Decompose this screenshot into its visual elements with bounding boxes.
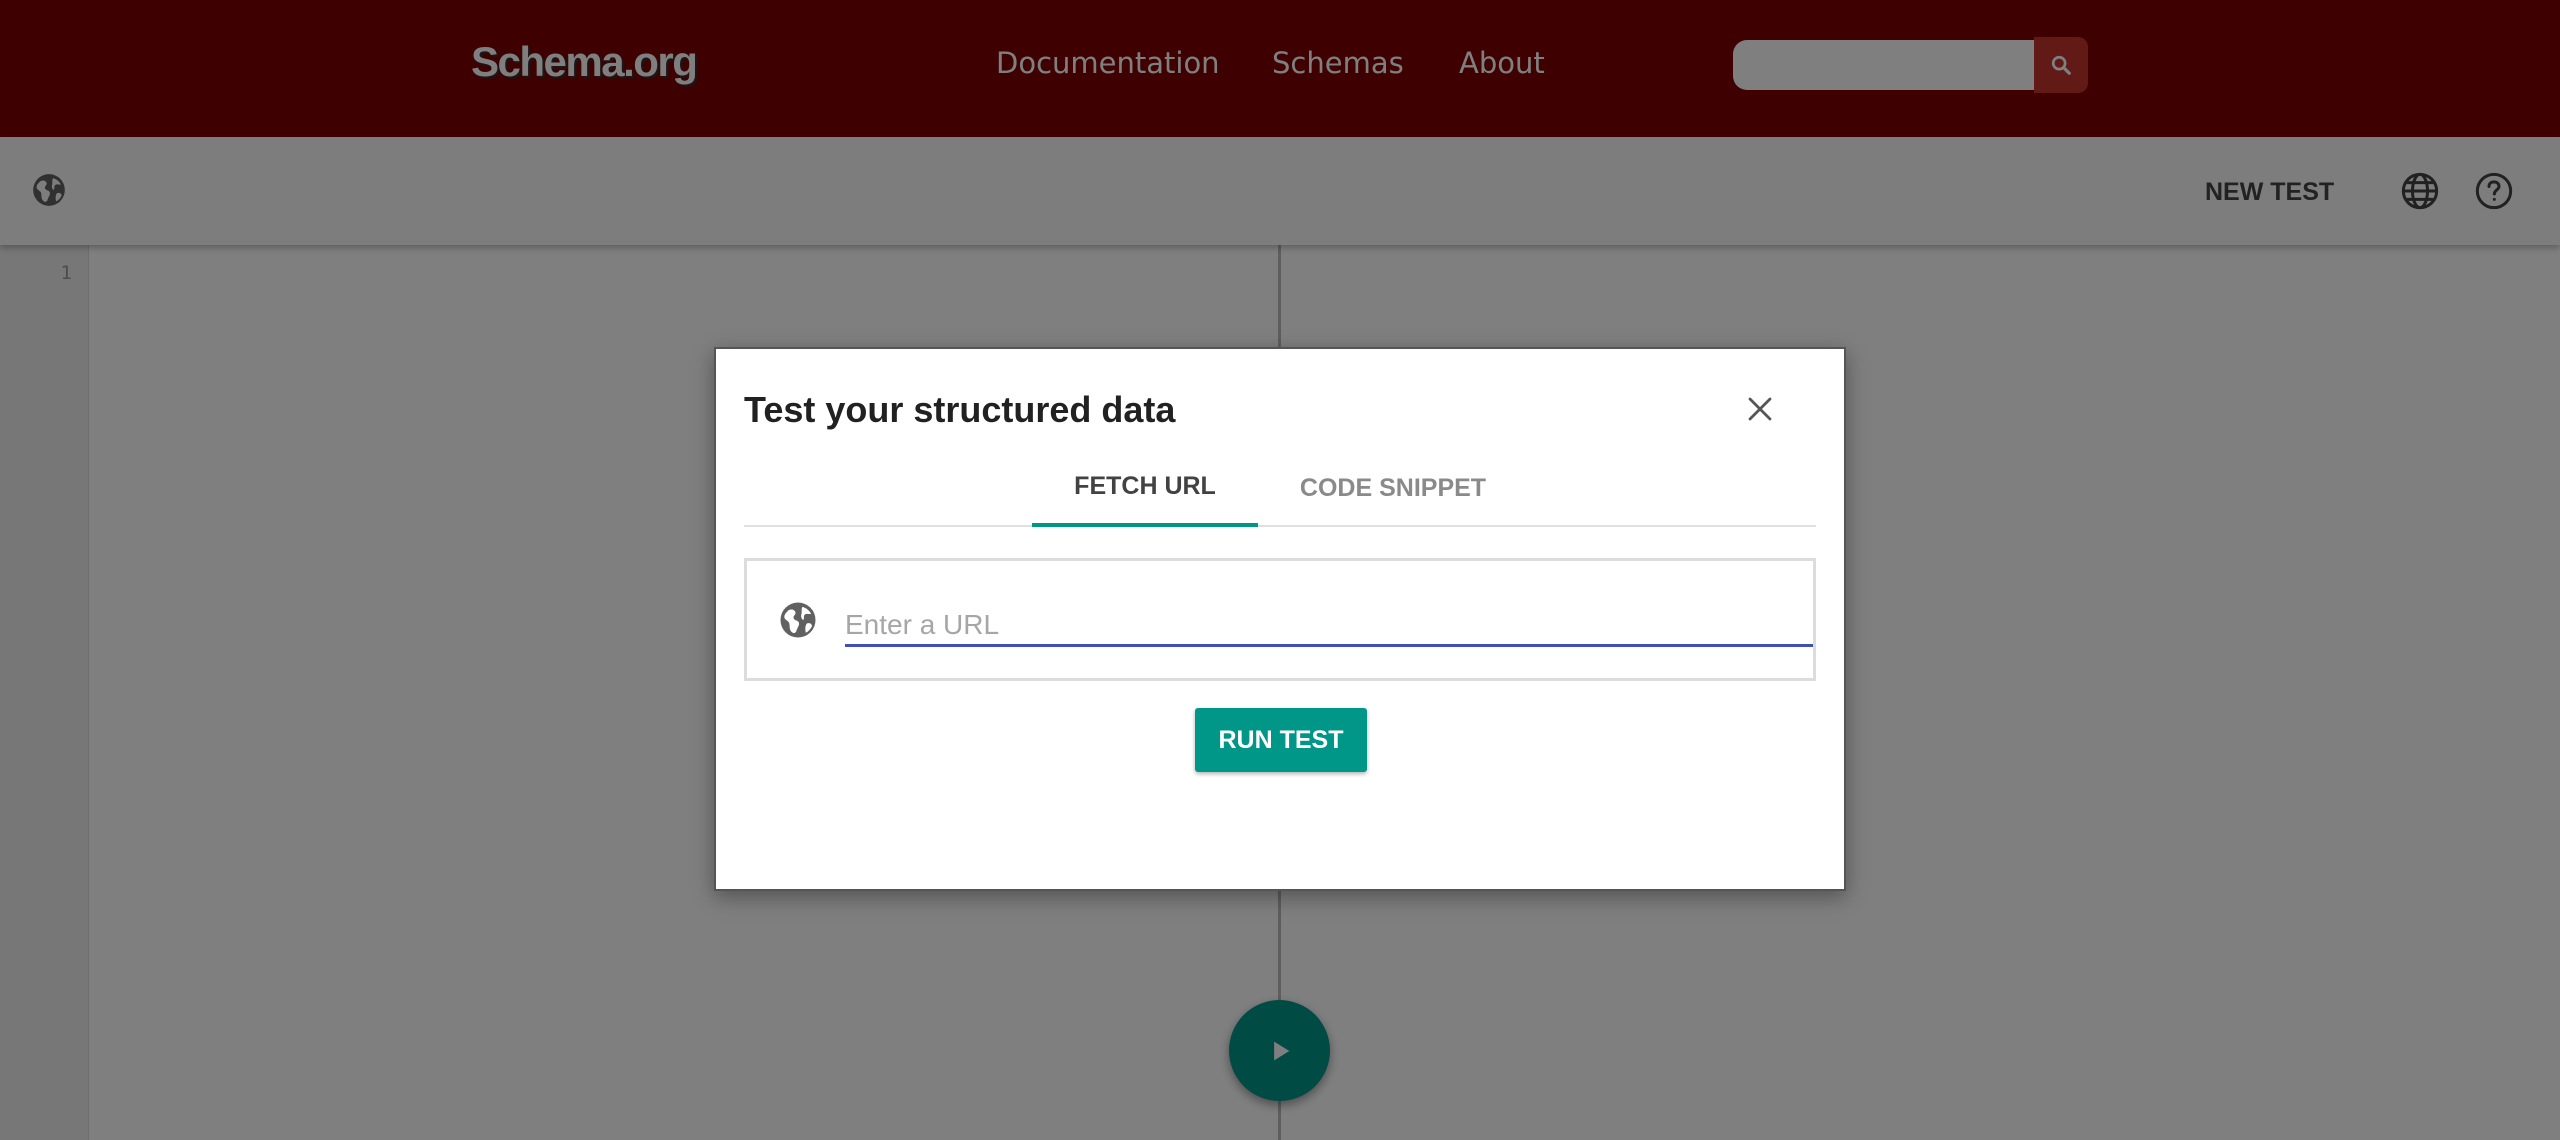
close-button[interactable] xyxy=(1740,389,1780,429)
tab-code-snippet[interactable]: CODE SNIPPET xyxy=(1258,449,1528,527)
url-input-box xyxy=(744,558,1816,681)
run-test-button[interactable]: RUN TEST xyxy=(1195,708,1367,772)
tab-fetch-url[interactable]: FETCH URL xyxy=(1032,449,1258,527)
close-icon xyxy=(1748,397,1772,421)
globe-icon xyxy=(780,602,816,638)
url-input[interactable] xyxy=(845,597,1813,647)
dialog-tabs: FETCH URL CODE SNIPPET xyxy=(744,449,1816,527)
test-dialog: Test your structured data FETCH URL CODE… xyxy=(714,347,1846,891)
dialog-title: Test your structured data xyxy=(744,389,1176,430)
